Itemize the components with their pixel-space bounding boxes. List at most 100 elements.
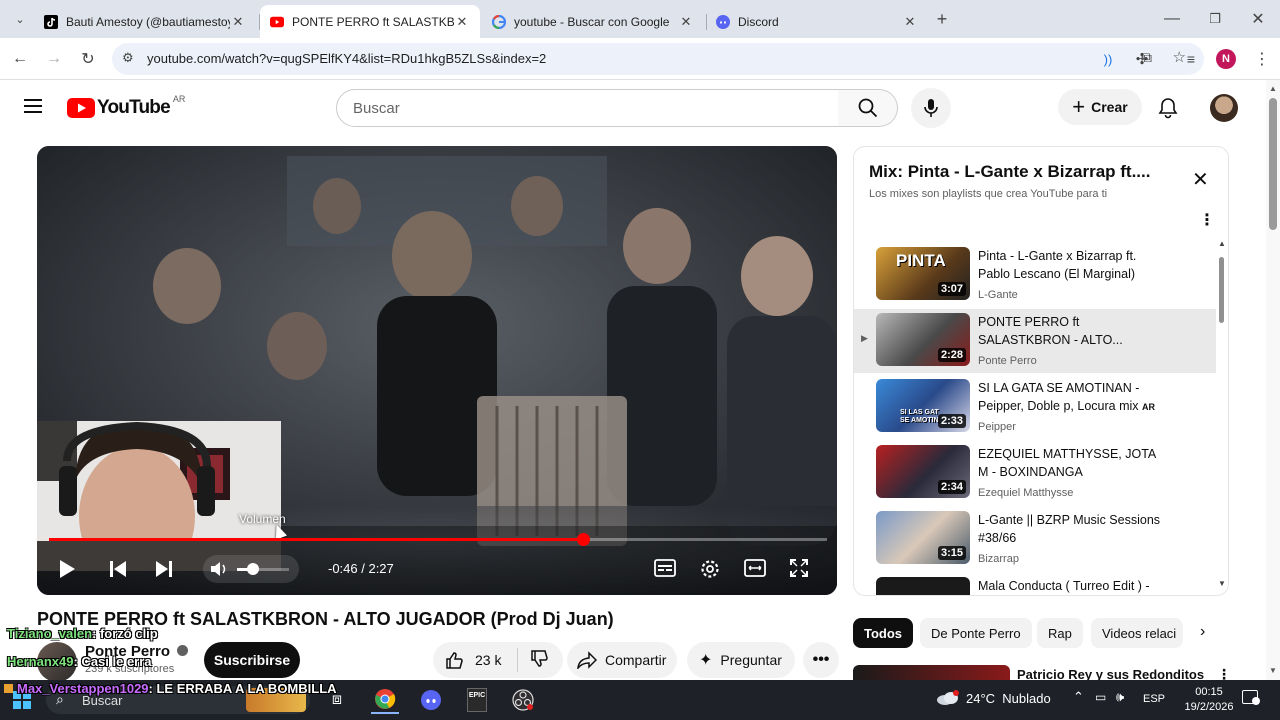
playlist-item[interactable]: PINTA 3:07 Pinta - L-Gante x Bizarrap ft…: [854, 243, 1216, 307]
weather-widget[interactable]: 24°C Nublado: [936, 690, 1051, 706]
progress-bar[interactable]: [49, 533, 827, 546]
scrollbar-thumb[interactable]: [1219, 257, 1224, 323]
back-icon[interactable]: ←: [8, 47, 32, 71]
extensions-puzzle-icon[interactable]: ✣: [1130, 47, 1154, 71]
more-actions-button[interactable]: •••: [803, 642, 839, 678]
tab-label: Discord: [738, 14, 779, 29]
video-thumbnail: 2:28: [876, 313, 970, 366]
tab-google-search[interactable]: youtube - Buscar con Google ✕: [482, 5, 704, 38]
chip-rap[interactable]: Rap: [1037, 618, 1083, 648]
duration-badge: 2:33: [937, 414, 966, 428]
subtitles-button[interactable]: [654, 559, 676, 582]
reload-icon[interactable]: ↻: [76, 47, 100, 71]
discord-taskbar-icon[interactable]: [417, 686, 445, 714]
video-title: SI LA GATA SE AMOTINAN - Peipper, Doble …: [978, 381, 1155, 413]
scroll-up-icon[interactable]: ▲: [1218, 239, 1226, 248]
chrome-taskbar-icon[interactable]: [371, 686, 399, 714]
tab-tiktok[interactable]: Bauti Amestoy (@bautiamestoy ✕: [34, 5, 256, 38]
page-scrollbar[interactable]: ▲ ▼: [1266, 80, 1280, 680]
search-button[interactable]: [838, 89, 898, 127]
playlist-item[interactable]: Mala Conducta ( Turreo Edit ) -: [854, 573, 1216, 595]
region-badge: AR: [1142, 402, 1155, 412]
user-avatar[interactable]: [1210, 94, 1238, 122]
restore-icon[interactable]: ❐: [1203, 7, 1227, 31]
fullscreen-button[interactable]: [789, 558, 809, 583]
address-bar[interactable]: ⚙ youtube.com/watch?v=qugSPElfKY4&list=R…: [112, 43, 1204, 75]
close-tab-icon[interactable]: ✕: [230, 14, 246, 30]
hamburger-menu-icon[interactable]: [24, 99, 42, 113]
play-button[interactable]: [57, 558, 77, 585]
next-button[interactable]: [155, 560, 173, 583]
site-info-icon[interactable]: ⚙: [122, 50, 134, 66]
next-video-thumbnail[interactable]: [853, 665, 1010, 680]
playlist-item[interactable]: 3:15 L-Gante || BZRP Music Sessions #38/…: [854, 507, 1216, 571]
video-title: Mala Conducta ( Turreo Edit ) -: [978, 579, 1150, 593]
profile-avatar[interactable]: N: [1216, 49, 1236, 69]
tab-discord[interactable]: Discord ✕: [706, 5, 928, 38]
channel-name: Bizarrap: [978, 553, 1019, 565]
tab-label: PONTE PERRO ft SALASTKBRON: [292, 14, 454, 29]
chip-de-ponte-perro[interactable]: De Ponte Perro: [920, 618, 1032, 648]
chat-message: Hernanx49: Casi le erra: [7, 654, 152, 669]
theater-mode-button[interactable]: [744, 559, 766, 582]
chat-badge-icon: [4, 684, 13, 693]
playlist-item[interactable]: 2:34 EZEQUIEL MATTHYSSE, JOTA M - BOXIND…: [854, 441, 1216, 505]
extension-wave-icon[interactable]: )): [1096, 47, 1120, 71]
chat-user: Tiziano_valen: [7, 626, 93, 641]
close-window-icon[interactable]: ✕: [1246, 7, 1270, 31]
close-playlist-icon[interactable]: ✕: [1192, 167, 1209, 192]
network-icon[interactable]: ▭: [1095, 690, 1106, 704]
minimize-icon[interactable]: —: [1160, 7, 1184, 31]
notifications-bell-icon[interactable]: [1157, 97, 1179, 124]
new-tab-icon[interactable]: +: [930, 7, 954, 31]
playlist-more-icon[interactable]: ⋮: [1199, 210, 1215, 230]
volume-slider[interactable]: [237, 563, 289, 575]
obs-icon[interactable]: [509, 686, 537, 714]
ask-button[interactable]: ✦ Preguntar: [687, 642, 795, 678]
streamer-webcam-overlay: [37, 421, 281, 571]
share-button[interactable]: Compartir: [567, 642, 677, 678]
chip-videos-relacionados[interactable]: Videos relaci: [1091, 618, 1183, 648]
subscribe-button[interactable]: Suscribirse: [204, 642, 300, 678]
playlist-item[interactable]: SI LAS GAT SE AMOTIN 2:33 SI LA GATA SE …: [854, 375, 1216, 439]
duration-badge: 2:34: [937, 480, 966, 494]
previous-button[interactable]: [109, 560, 127, 583]
playlist-title[interactable]: Mix: Pinta - L-Gante x Bizarrap ft....: [869, 162, 1150, 182]
scroll-up-icon[interactable]: ▲: [1269, 84, 1277, 93]
scrollbar-thumb[interactable]: [1269, 98, 1277, 230]
playlist-scrollbar[interactable]: ▲ ▼: [1218, 239, 1226, 589]
settings-button[interactable]: [699, 558, 721, 585]
dislike-button[interactable]: [518, 649, 548, 671]
voice-search-button[interactable]: [911, 88, 951, 128]
share-label: Compartir: [605, 652, 667, 668]
speaker-icon[interactable]: 🕪: [1116, 689, 1124, 705]
media-controls-icon[interactable]: ≡: [1179, 47, 1203, 71]
share-icon: [577, 651, 597, 669]
tab-search-icon[interactable]: ⌄: [8, 7, 32, 31]
video-player[interactable]: Volumen -0:46 / 2:27: [37, 146, 837, 595]
like-button[interactable]: 23 k: [433, 648, 518, 672]
scroll-down-icon[interactable]: ▼: [1269, 666, 1277, 675]
tray-overflow-icon[interactable]: ⌃: [1073, 689, 1084, 705]
notification-center-icon[interactable]: [1242, 690, 1260, 705]
close-tab-icon[interactable]: ✕: [454, 14, 470, 30]
playlist-item-current[interactable]: ▶ 2:28 PONTE PERRO ft SALASTKBRON - ALTO…: [854, 309, 1216, 373]
volume-control[interactable]: [203, 555, 299, 583]
search-input[interactable]: Buscar: [336, 89, 839, 127]
chrome-menu-icon[interactable]: ⋮: [1250, 47, 1274, 71]
close-tab-icon[interactable]: ✕: [678, 14, 694, 30]
language-indicator[interactable]: ESP: [1143, 693, 1165, 705]
volume-knob[interactable]: [246, 563, 259, 575]
profile-initial: N: [1222, 53, 1230, 65]
forward-icon[interactable]: →: [42, 47, 66, 71]
close-tab-icon[interactable]: ✕: [902, 14, 918, 30]
chip-todos[interactable]: Todos: [853, 618, 914, 648]
epic-games-icon[interactable]: EPIC: [463, 686, 491, 714]
clock[interactable]: 00:15 19/2/2026: [1180, 685, 1238, 715]
tab-youtube-active[interactable]: PONTE PERRO ft SALASTKBRON ✕: [260, 5, 480, 38]
create-button[interactable]: + Crear: [1058, 89, 1142, 125]
youtube-logo[interactable]: YouTube AR: [67, 94, 185, 119]
duration-badge: 3:15: [937, 546, 966, 560]
chips-next-icon[interactable]: ›: [1200, 623, 1205, 641]
scroll-down-icon[interactable]: ▼: [1218, 579, 1226, 588]
